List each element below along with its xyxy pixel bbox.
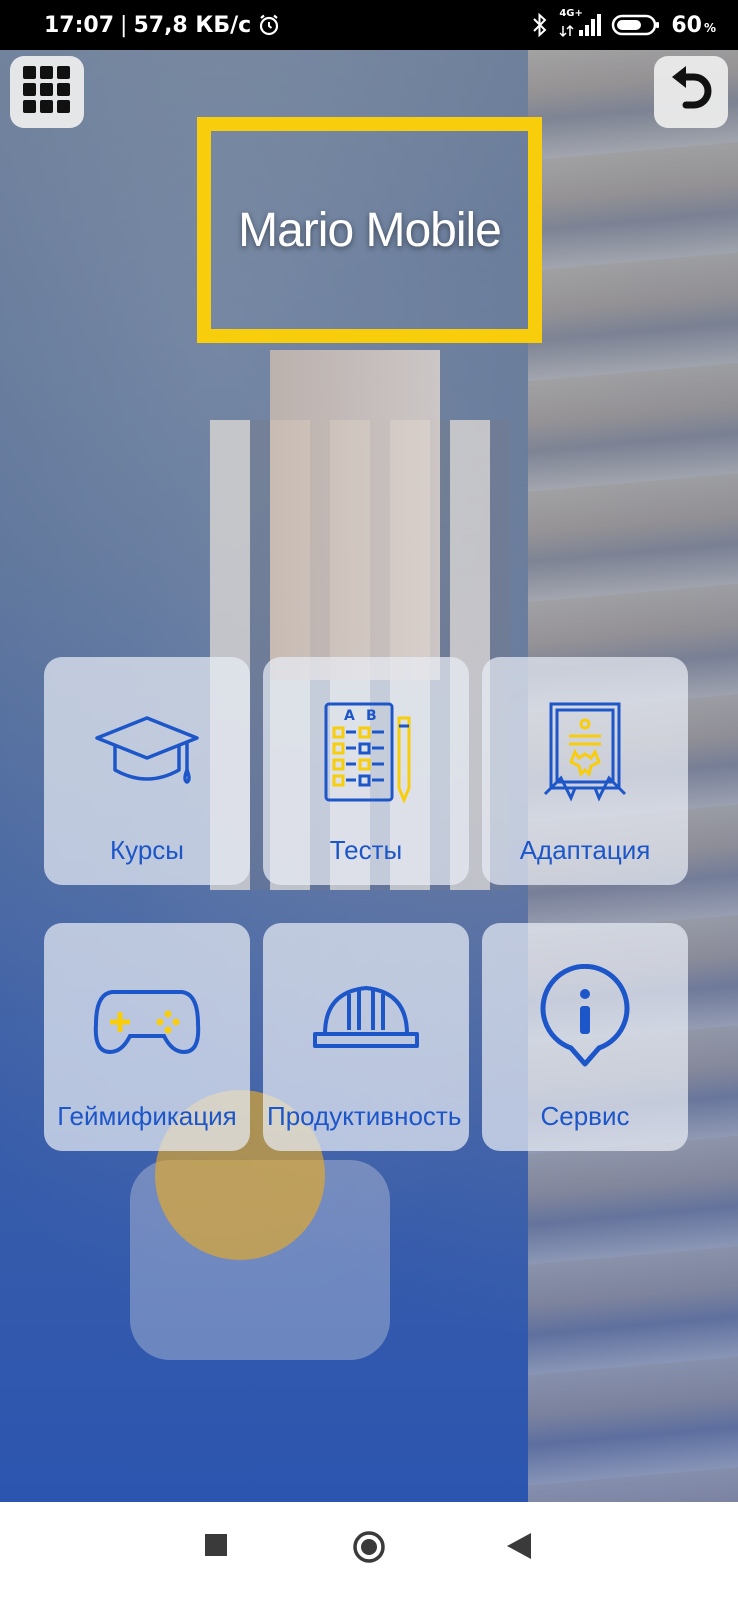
system-nav-bar: [0, 1502, 738, 1599]
triangle-back-icon: [507, 1533, 531, 1564]
back-button[interactable]: [654, 56, 728, 128]
tile-service[interactable]: Сервис: [482, 923, 688, 1151]
signal-icon: 4G+: [559, 8, 602, 38]
status-time: 17:07: [44, 12, 115, 38]
graduation-cap-icon: [92, 693, 202, 813]
background-box: [270, 350, 440, 680]
svg-text:B: B: [366, 708, 377, 724]
tile-label: Курсы: [109, 835, 184, 865]
grid-icon: [22, 65, 72, 120]
tile-tests[interactable]: A B Тесты: [263, 657, 469, 885]
test-sheet-icon: A B: [316, 693, 416, 813]
tile-courses[interactable]: Курсы: [44, 657, 250, 885]
tile-label: Продуктивность: [267, 1101, 462, 1131]
status-bar: 17:07 | 57,8 КБ/с 4G+ 60%: [0, 0, 738, 50]
network-type: 4G+: [559, 8, 583, 19]
status-right: 4G+ 60%: [531, 8, 716, 38]
square-icon: [205, 1534, 227, 1561]
tile-label: Тесты: [329, 835, 403, 865]
gamepad-icon: [92, 959, 202, 1079]
hard-hat-icon: [311, 959, 421, 1079]
logo-frame: Mario Mobile: [197, 117, 542, 343]
tile-gamification[interactable]: Геймификация: [44, 923, 250, 1151]
tile-label: Геймификация: [57, 1101, 237, 1131]
svg-text:A: A: [344, 708, 355, 724]
certificate-icon: [535, 693, 635, 813]
battery-icon: [611, 12, 661, 38]
menu-button[interactable]: [10, 56, 84, 128]
app-logo-title: Mario Mobile: [238, 203, 502, 257]
circle-icon: [352, 1530, 386, 1569]
alarm-icon: [257, 13, 281, 37]
status-left: 17:07 | 57,8 КБ/с: [44, 13, 281, 38]
info-pin-icon: [535, 959, 635, 1079]
battery-level: 60%: [671, 12, 716, 38]
tile-label: Сервис: [540, 1101, 630, 1131]
home-button[interactable]: [352, 1530, 386, 1569]
bluetooth-icon: [531, 12, 549, 38]
status-separator: |: [120, 12, 128, 38]
tile-label: Адаптация: [519, 835, 651, 865]
back-nav-button[interactable]: [507, 1533, 531, 1564]
status-net-speed: 57,8 КБ/с: [133, 12, 252, 38]
undo-arrow-icon: [668, 65, 714, 120]
recents-button[interactable]: [205, 1534, 227, 1561]
tile-productivity[interactable]: Продуктивность: [263, 923, 469, 1151]
tile-adaptation[interactable]: Адаптация: [482, 657, 688, 885]
